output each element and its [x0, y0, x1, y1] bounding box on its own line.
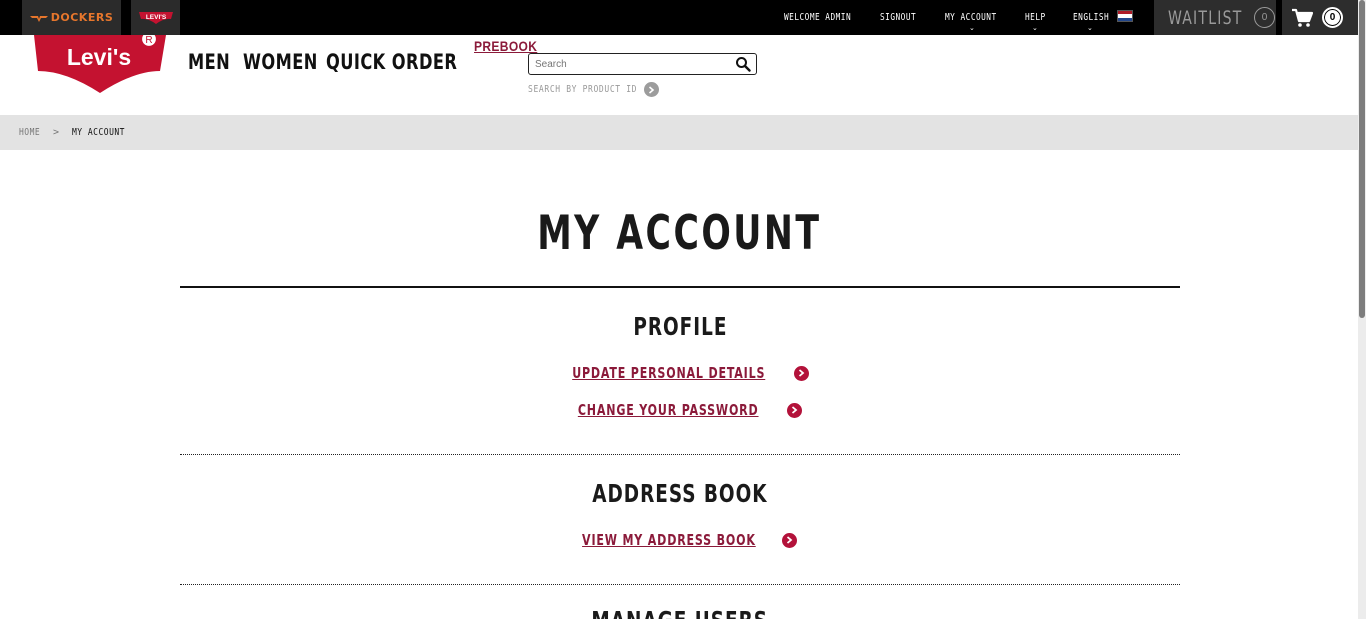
signout-link[interactable]: SIGNOUT [880, 12, 916, 23]
change-password-label: CHANGE YOUR PASSWORD [578, 401, 759, 419]
section-title-profile: PROFILE [632, 312, 728, 341]
breadcrumb-separator: > [53, 127, 60, 138]
levis-batwing-icon: LEVI'S [138, 11, 173, 24]
nav-men[interactable]: MEN [188, 50, 230, 74]
welcome-text: WELCOME ADMIN [784, 12, 852, 23]
my-account-menu[interactable]: MY ACCOUNT [945, 12, 997, 23]
breadcrumb-current: MY ACCOUNT [71, 127, 125, 138]
chevron-right-icon [782, 532, 798, 548]
cart-button[interactable]: 0 [1282, 0, 1358, 35]
top-utility-bar: DOCKERS LEVI'S WELCOME ADMIN SIGNOUT MY … [0, 0, 1358, 35]
change-password-link[interactable]: CHANGE YOUR PASSWORD [180, 401, 1180, 419]
chevron-down-icon: ⌄ [969, 25, 975, 32]
view-address-book-label: VIEW MY ADDRESS BOOK [581, 531, 756, 549]
main-header: Levi's R MEN WOMEN QUICK ORDER PREBOOK S… [0, 35, 1358, 115]
page-title: MY ACCOUNT [536, 206, 822, 261]
nav-women[interactable]: WOMEN [243, 50, 318, 74]
search-box [528, 53, 757, 75]
help-menu[interactable]: HELP [1025, 12, 1046, 23]
levis-logo[interactable]: Levi's R [30, 35, 168, 93]
section-divider [180, 454, 1180, 455]
title-divider [180, 286, 1180, 288]
page-scrollbar[interactable] [1358, 0, 1366, 619]
update-personal-details-label: UPDATE PERSONAL DETAILS [571, 364, 766, 382]
section-divider [180, 584, 1180, 585]
dockers-wing-icon [29, 15, 48, 22]
update-personal-details-link[interactable]: UPDATE PERSONAL DETAILS [180, 364, 1180, 382]
view-address-book-link[interactable]: VIEW MY ADDRESS BOOK [180, 531, 1180, 549]
breadcrumb: HOME > MY ACCOUNT [0, 115, 1358, 150]
language-selector[interactable]: ENGLISH [1073, 12, 1109, 23]
levis-logo-text: Levi's [67, 44, 131, 70]
cart-icon [1292, 8, 1313, 27]
svg-text:R: R [145, 35, 152, 46]
breadcrumb-home-link[interactable]: HOME [19, 127, 46, 138]
chevron-right-icon [794, 365, 810, 381]
section-title-address-book: ADDRESS BOOK [592, 479, 768, 508]
chevron-down-icon: ⌄ [1087, 25, 1093, 32]
nav-quick-order[interactable]: QUICK ORDER [326, 50, 457, 74]
waitlist-button[interactable]: WAITLIST 0 [1154, 0, 1276, 35]
search-by-product-id-link[interactable]: SEARCH BY PRODUCT ID [528, 82, 659, 97]
chevron-right-icon [644, 82, 659, 97]
levis-mini-label: LEVI'S [145, 14, 166, 21]
scrollbar-thumb[interactable] [1359, 0, 1365, 318]
search-input[interactable] [535, 55, 730, 74]
prebook-link[interactable]: PREBOOK [474, 38, 537, 54]
levis-brand-tab[interactable]: LEVI'S [131, 0, 180, 35]
search-icon[interactable] [735, 56, 751, 72]
cart-count-badge: 0 [1322, 7, 1343, 28]
netherlands-flag-icon[interactable] [1117, 10, 1133, 22]
dockers-logo: DOCKERS [29, 11, 114, 24]
waitlist-count-badge: 0 [1254, 7, 1275, 28]
dockers-brand-tab[interactable]: DOCKERS [22, 0, 121, 35]
dockers-label: DOCKERS [50, 11, 114, 24]
chevron-right-icon [786, 402, 802, 418]
section-title-manage-users: MANAGE USERS [180, 606, 1180, 619]
chevron-down-icon: ⌄ [1032, 25, 1038, 32]
waitlist-label: WAITLIST [1168, 6, 1243, 29]
search-by-product-id-label: SEARCH BY PRODUCT ID [528, 84, 638, 95]
